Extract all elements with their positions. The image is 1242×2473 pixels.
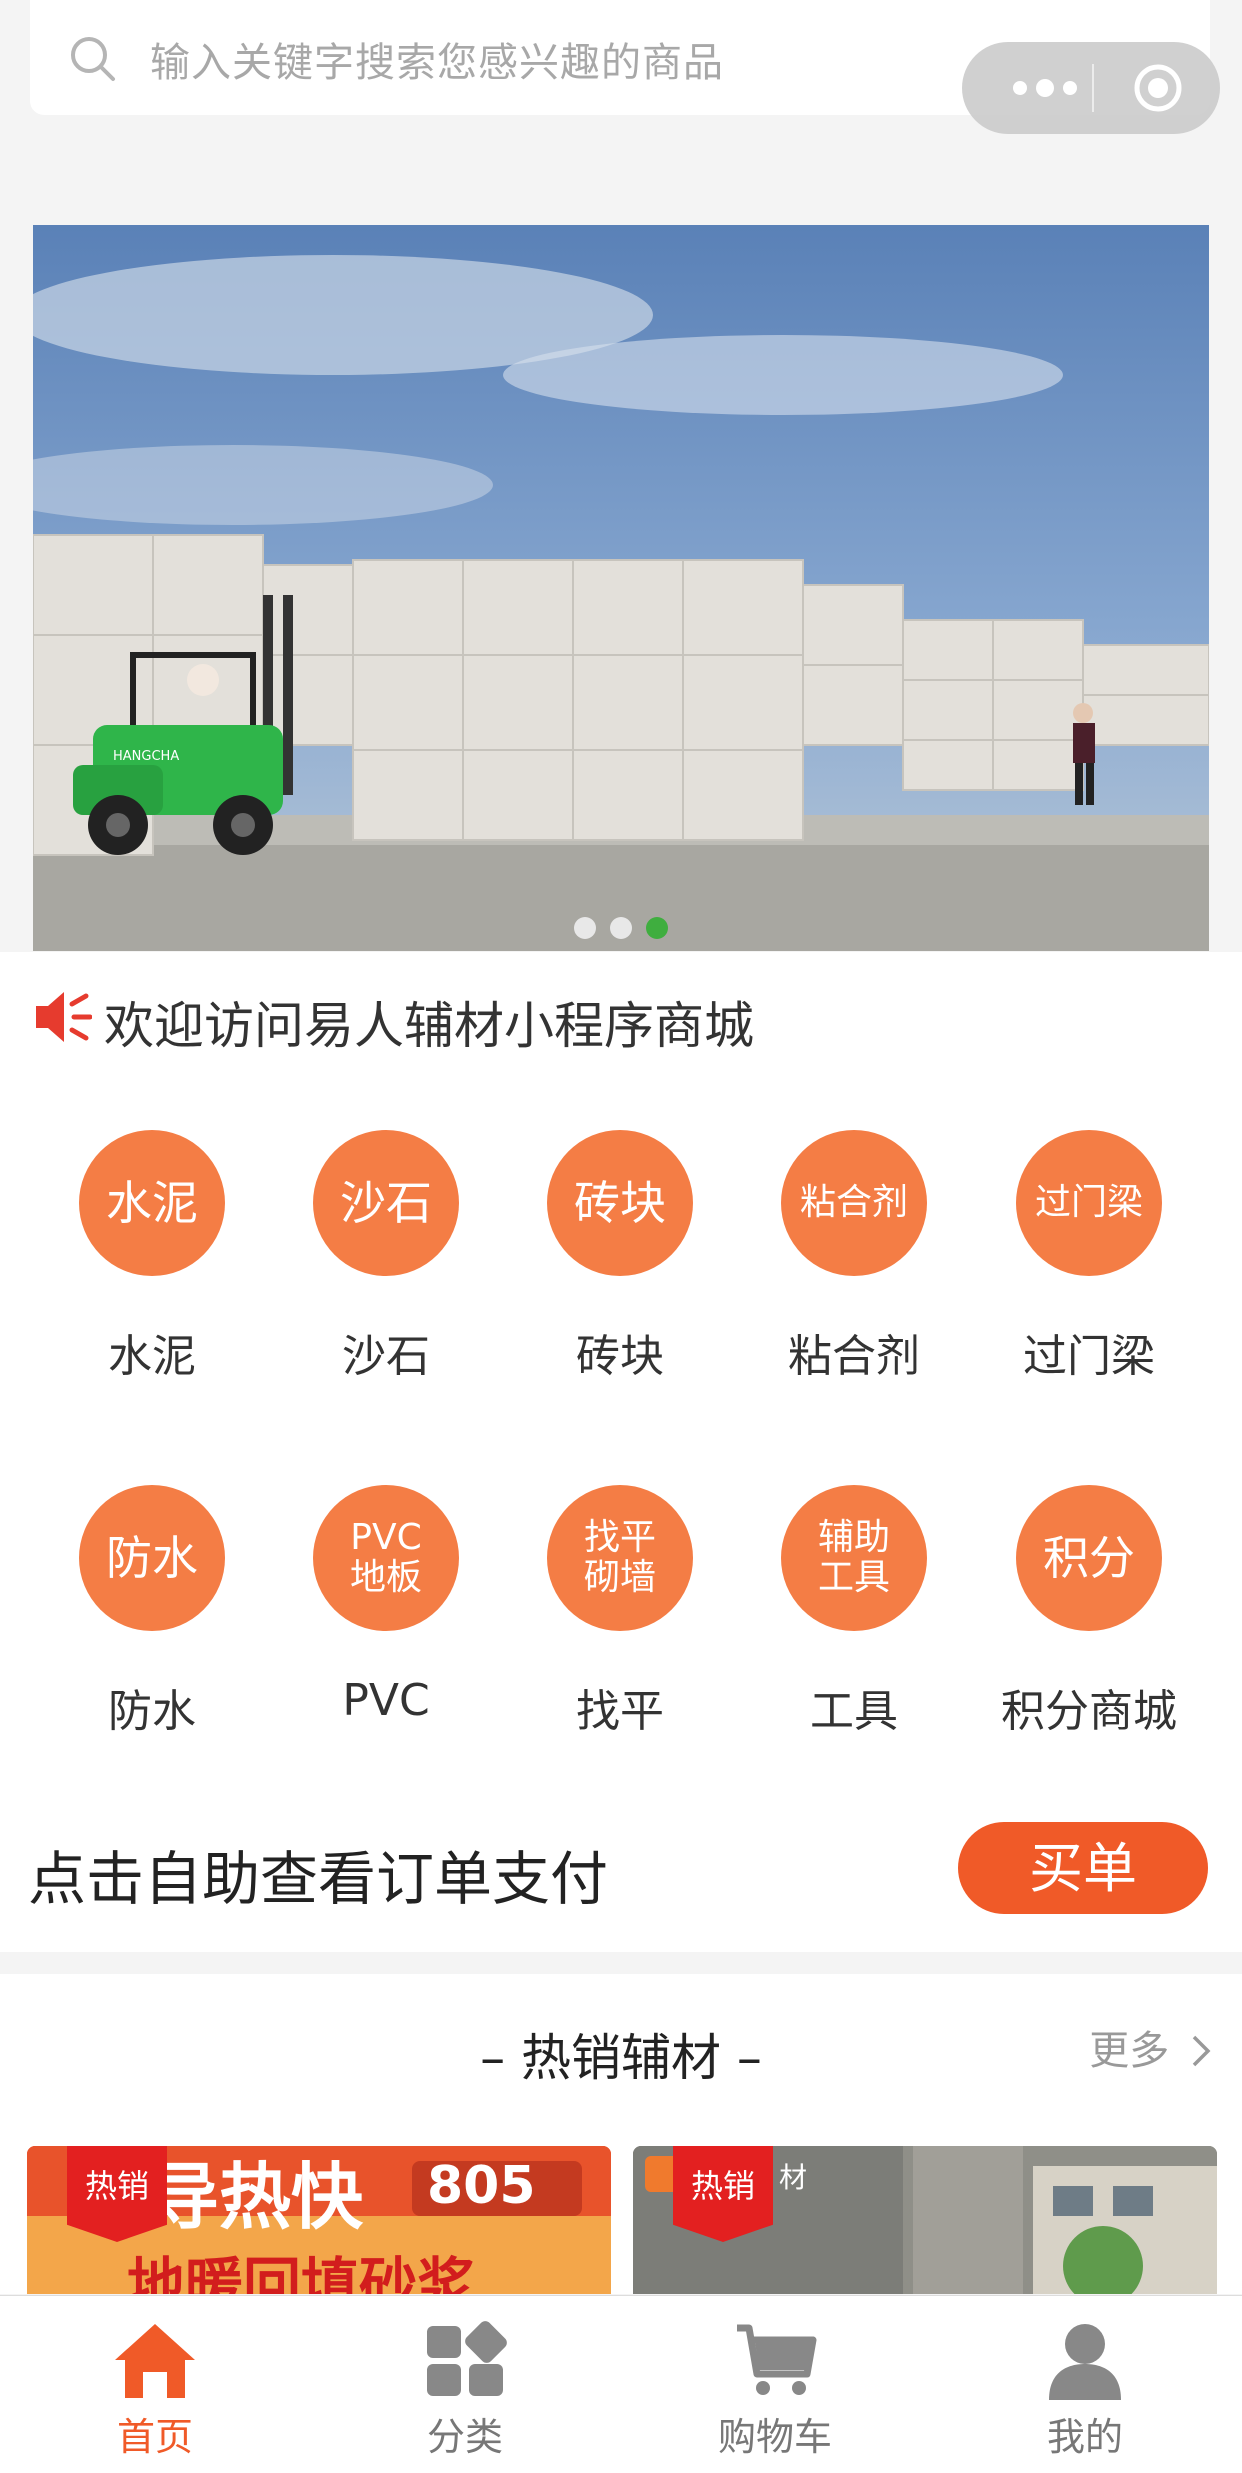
cart-icon [737,2324,817,2395]
category-icon: 防水 [79,1485,225,1631]
category-label: 工具 [810,1686,898,1737]
banner-carousel[interactable]: HANGCHA [33,225,1209,951]
category-icon-text: 防水 [106,1530,198,1585]
category-item[interactable]: 找平 砌墙 找平 [503,1485,737,1739]
tab-home[interactable]: 首页 [0,2296,310,2473]
product-headline: 导热快 [147,2155,364,2239]
category-icon-text: 辅助 [817,1517,890,1559]
category-icon-text: 工具 [817,1557,890,1598]
bottom-tab-bar: 首页 分类 购物车 我的 [0,2295,1242,2473]
tab-profile[interactable]: 我的 [930,2296,1240,2473]
category-item[interactable]: PVC 地板 PVC [269,1485,503,1726]
category-icon-text: PVC [350,1517,422,1559]
speaker-icon [36,992,92,1042]
category-icon-text: 水泥 [106,1175,198,1230]
category-label: PVC [342,1675,430,1726]
category-item[interactable]: 防水 防水 [35,1485,269,1739]
category-item[interactable]: 粘合剂 粘合剂 [737,1130,971,1384]
category-item[interactable]: 砖块 砖块 [503,1130,737,1384]
category-icon-text: 地板 [349,1557,422,1598]
category-item[interactable]: 积分 积分商城 [972,1485,1206,1739]
tab-category[interactable]: 分类 [310,2296,620,2473]
more-icon[interactable] [1000,72,1090,104]
tab-label: 购物车 [717,2415,832,2459]
product-card[interactable]: 材 热销 [633,2146,1217,2294]
category-icon-text: 积分 [1043,1530,1135,1585]
product-name: 地暖回填砂浆 [127,2251,476,2294]
category-label: 积分商城 [1001,1686,1177,1737]
tab-cart[interactable]: 购物车 [620,2296,930,2473]
banner-image: HANGCHA [33,225,1209,951]
category-icon-text: 砌墙 [583,1557,656,1598]
carousel-dot[interactable] [646,917,668,939]
category-icon: 粘合剂 [781,1130,927,1276]
category-label: 粘合剂 [788,1331,920,1382]
order-pay-text: 点击自助查看订单支付 [28,1845,609,1913]
product-card[interactable]: 导热快 805 地暖回填砂浆 热销 [27,2146,611,2294]
category-item[interactable]: 沙石 沙石 [269,1130,503,1384]
home-icon [115,2324,195,2398]
pay-button[interactable]: 买单 [958,1822,1208,1914]
category-icon: 沙石 [313,1130,459,1276]
category-icon: 找平 砌墙 [547,1485,693,1631]
forklift-brand: HANGCHA [113,749,179,764]
category-icon: 水泥 [79,1130,225,1276]
category-item[interactable]: 辅助 工具 工具 [737,1485,971,1739]
category-icon-text: 沙石 [340,1175,432,1230]
category-icon: PVC 地板 [313,1485,459,1631]
brand-text: 材 [779,2161,808,2194]
category-label: 过门梁 [1023,1331,1155,1382]
more-label: 更多 [1089,2028,1170,2074]
category-item[interactable]: 水泥 水泥 [35,1130,269,1384]
search-icon [71,37,115,81]
close-miniprogram-icon[interactable] [1132,62,1184,114]
carousel-indicator [33,917,1209,943]
category-label: 砖块 [576,1331,664,1382]
search-input[interactable]: 输入关键字搜索您感兴趣的商品 [150,30,724,88]
miniprogram-capsule [962,42,1220,134]
hot-tag: 热销 [67,2146,167,2242]
product-badge: 805 [427,2156,536,2216]
more-link[interactable]: 更多 [1089,2018,1212,2076]
category-icon: 过门梁 [1016,1130,1162,1276]
category-icon-text: 粘合剂 [799,1182,908,1224]
category-label: 找平 [576,1686,664,1737]
capsule-divider [1092,64,1094,112]
category-icon: 砖块 [547,1130,693,1276]
order-pay-bar: 点击自助查看订单支付 买单 [0,1790,1242,1950]
user-icon [1049,2324,1121,2400]
category-label: 沙石 [342,1331,430,1382]
category-icon-text: 找平 [583,1517,656,1559]
category-label: 水泥 [108,1331,196,1382]
notice-text: 欢迎访问易人辅材小程序商城 [104,997,754,1055]
category-icon [427,2321,507,2396]
category-icon-text: 过门梁 [1034,1182,1143,1224]
category-label: 防水 [108,1686,196,1737]
tab-label: 首页 [116,2415,193,2459]
chevron-right-icon [1192,2035,1211,2067]
carousel-dot[interactable] [610,917,632,939]
tab-label: 我的 [1046,2415,1123,2459]
category-item[interactable]: 过门梁 过门梁 [972,1130,1206,1384]
category-icon: 积分 [1016,1485,1162,1631]
tab-label: 分类 [426,2415,503,2459]
hot-products-section: – 热销辅材 – 更多 导热快 805 地暖回填砂浆 热销 材 热销 [0,1974,1242,2294]
carousel-dot[interactable] [574,917,596,939]
category-icon: 辅助 工具 [781,1485,927,1631]
section-title: – 热销辅材 – [480,2029,762,2087]
hot-tag: 热销 [673,2146,773,2242]
category-icon-text: 砖块 [574,1175,666,1230]
